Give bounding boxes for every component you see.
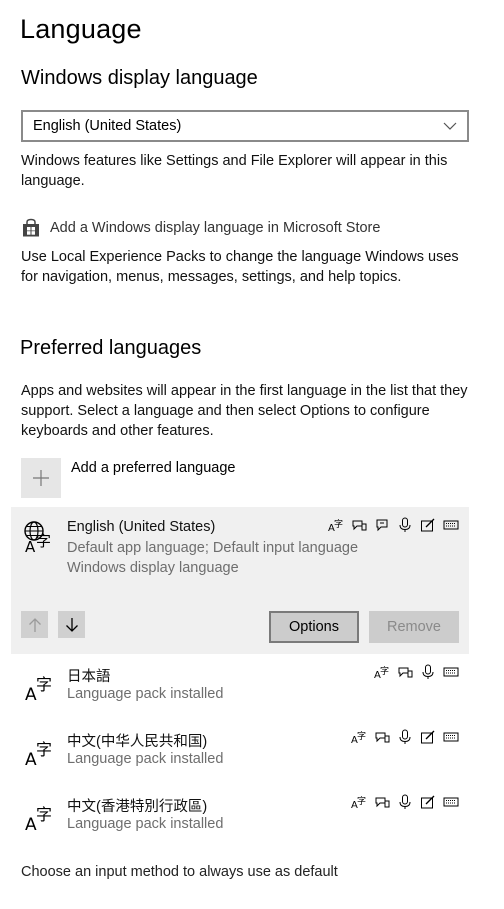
language-name: English (United States) bbox=[67, 519, 216, 535]
language-item-japanese[interactable]: A 字 日本語 Language pack installed A字 bbox=[11, 660, 469, 722]
keyboard-icon bbox=[443, 797, 459, 807]
language-status-line2: Windows display language bbox=[67, 560, 239, 576]
page-title: Language bbox=[20, 14, 142, 44]
svg-text:字: 字 bbox=[334, 518, 343, 530]
move-down-button[interactable] bbox=[58, 611, 85, 638]
speech-recognition-icon bbox=[375, 797, 390, 808]
language-icon: A 字 bbox=[25, 740, 52, 769]
speech-recognition-icon bbox=[375, 732, 390, 743]
store-bag-icon bbox=[23, 218, 39, 237]
svg-text:字: 字 bbox=[380, 665, 389, 677]
language-icon: A 字 bbox=[25, 675, 52, 704]
arrow-up-icon bbox=[28, 617, 41, 632]
options-button[interactable]: Options bbox=[269, 611, 359, 643]
language-status: Language pack installed bbox=[67, 686, 224, 702]
keyboard-icon bbox=[443, 667, 459, 677]
add-preferred-language-label: Add a preferred language bbox=[71, 460, 236, 476]
display-language-icon: A字 bbox=[351, 730, 366, 745]
display-language-description: Windows features like Settings and File … bbox=[21, 153, 448, 189]
svg-text:字: 字 bbox=[357, 730, 366, 742]
svg-text:字: 字 bbox=[36, 532, 51, 550]
display-language-icon: A字 bbox=[351, 795, 366, 810]
display-language-icon: A字 bbox=[328, 518, 343, 533]
preferred-languages-description: Apps and websites will appear in the fir… bbox=[21, 383, 468, 439]
text-to-speech-icon bbox=[376, 519, 388, 532]
store-language-link[interactable]: Add a Windows display language in Micros… bbox=[21, 218, 380, 238]
svg-text:A: A bbox=[25, 538, 36, 553]
svg-text:字: 字 bbox=[36, 740, 52, 759]
move-up-button[interactable] bbox=[21, 611, 48, 638]
display-language-selected: English (United States) bbox=[33, 118, 182, 134]
globe-language-icon: A 字 bbox=[24, 521, 51, 553]
display-language-dropdown[interactable]: English (United States) bbox=[21, 110, 469, 142]
language-status: Language pack installed bbox=[67, 816, 224, 832]
remove-button[interactable]: Remove bbox=[369, 611, 459, 643]
microphone-icon bbox=[399, 794, 411, 809]
input-method-link[interactable]: Choose an input method to always use as … bbox=[21, 864, 338, 880]
handwriting-icon bbox=[421, 730, 435, 744]
plus-icon bbox=[21, 458, 61, 498]
handwriting-icon bbox=[421, 518, 435, 532]
display-language-icon: A字 bbox=[374, 665, 389, 680]
language-status: Language pack installed bbox=[67, 751, 224, 767]
language-features: A字 bbox=[351, 794, 459, 810]
keyboard-icon bbox=[443, 732, 459, 742]
preferred-languages-heading: Preferred languages bbox=[20, 337, 202, 359]
microphone-icon bbox=[399, 729, 411, 744]
language-name: 日本語 bbox=[67, 669, 111, 685]
language-features: A字 bbox=[351, 729, 459, 745]
svg-text:字: 字 bbox=[36, 675, 52, 694]
language-name: 中文(中华人民共和国) bbox=[67, 734, 208, 750]
language-item-chinese-hk[interactable]: A 字 中文(香港特別行政區) Language pack installed … bbox=[11, 790, 469, 852]
display-language-heading: Windows display language bbox=[21, 67, 258, 89]
svg-text:字: 字 bbox=[357, 795, 366, 807]
language-features: A字 bbox=[374, 664, 459, 680]
language-icon: A 字 bbox=[25, 805, 52, 834]
speech-recognition-icon bbox=[398, 667, 413, 678]
language-item-chinese-prc[interactable]: A 字 中文(中华人民共和国) Language pack installed … bbox=[11, 725, 469, 787]
add-preferred-language-button[interactable]: Add a preferred language bbox=[21, 458, 235, 498]
keyboard-icon bbox=[443, 520, 459, 530]
language-name: 中文(香港特別行政區) bbox=[67, 799, 208, 815]
chevron-down-icon bbox=[443, 122, 457, 130]
svg-text:字: 字 bbox=[36, 805, 52, 824]
handwriting-icon bbox=[421, 795, 435, 809]
arrow-down-icon bbox=[65, 617, 78, 632]
lxp-note: Use Local Experience Packs to change the… bbox=[21, 249, 459, 285]
language-features: A字 bbox=[328, 517, 459, 533]
store-link-label: Add a Windows display language in Micros… bbox=[50, 220, 381, 236]
microphone-icon bbox=[399, 517, 411, 532]
microphone-icon bbox=[422, 664, 434, 679]
language-status-line1: Default app language; Default input lang… bbox=[67, 540, 359, 556]
speech-recognition-icon bbox=[352, 520, 367, 531]
